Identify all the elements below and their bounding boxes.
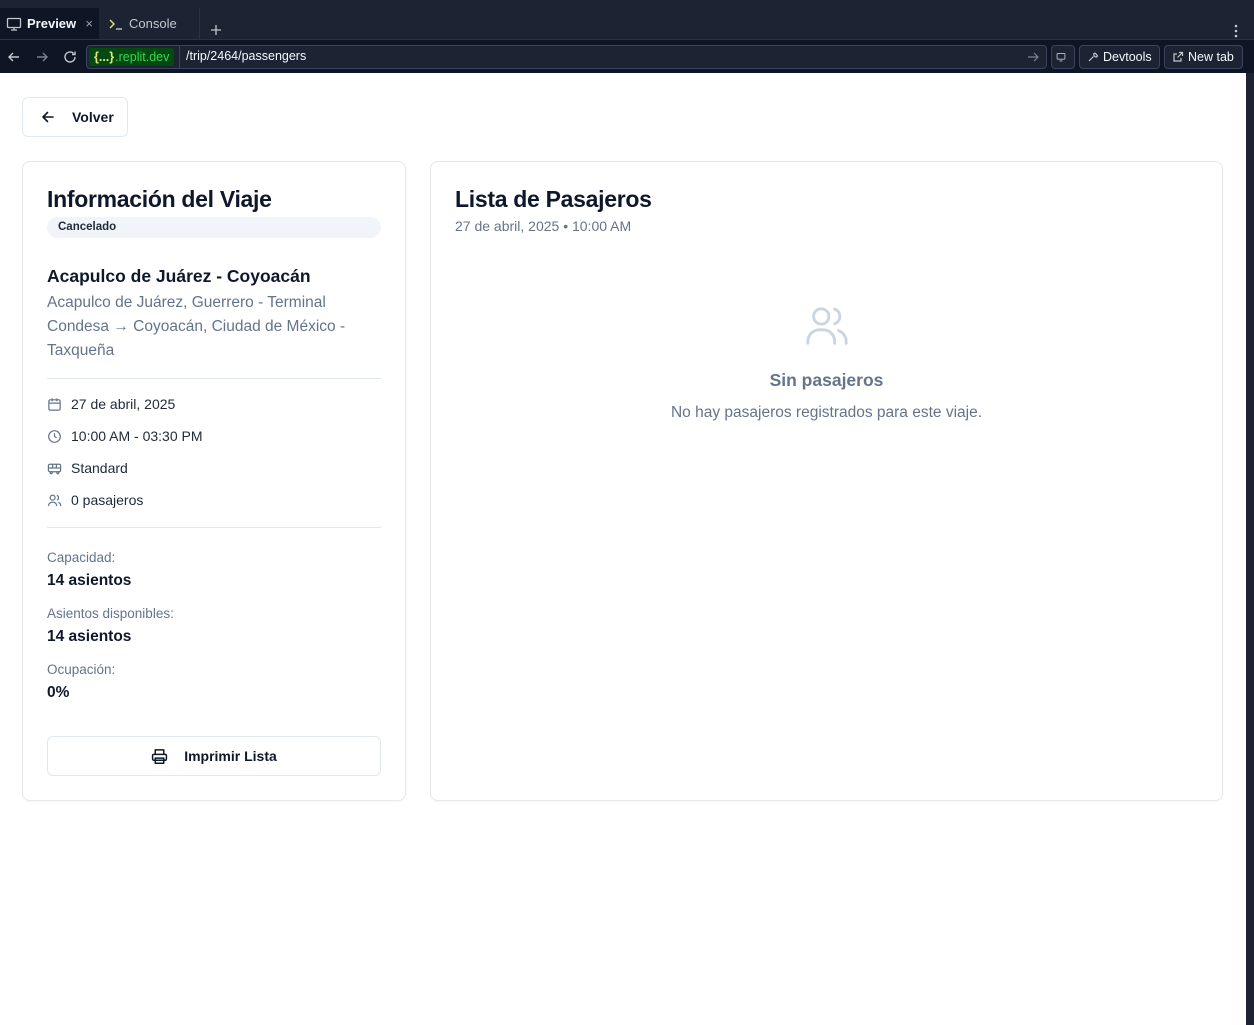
new-tab-button[interactable]: New tab bbox=[1164, 45, 1243, 69]
occupancy-value: 0% bbox=[47, 684, 70, 701]
monitor-icon bbox=[6, 16, 22, 32]
tab-preview-label: Preview bbox=[27, 16, 77, 31]
route-title: Acapulco de Juárez - Coyoacán bbox=[47, 266, 311, 286]
scrollbar[interactable] bbox=[1246, 73, 1254, 1025]
back-arrow-icon[interactable] bbox=[6, 49, 22, 65]
domain-text: .replit.dev bbox=[115, 50, 170, 64]
arrow-left-icon bbox=[42, 111, 54, 123]
calendar-icon bbox=[48, 397, 61, 411]
devtools-label: Devtools bbox=[1103, 50, 1152, 64]
passenger-count: 0 pasajeros bbox=[47, 492, 143, 508]
terminal-icon bbox=[108, 16, 124, 32]
occupancy-label: Ocupación: bbox=[47, 662, 116, 677]
back-button-label: Volver bbox=[72, 109, 114, 125]
screen-icon bbox=[1056, 53, 1066, 62]
divider bbox=[47, 527, 381, 528]
available-seats-value: 14 asientos bbox=[47, 628, 132, 645]
bus-icon bbox=[47, 463, 62, 474]
trip-info-title: Información del Viaje bbox=[47, 186, 272, 212]
more-options-icon[interactable] bbox=[1234, 23, 1238, 39]
print-list-label: Imprimir Lista bbox=[184, 748, 277, 764]
clock-icon bbox=[48, 429, 61, 443]
reload-icon[interactable] bbox=[62, 49, 78, 65]
status-badge: Cancelado bbox=[47, 217, 381, 238]
tab-preview[interactable]: Preview × bbox=[0, 8, 99, 39]
domain-chip: {...} .replit.dev bbox=[89, 48, 175, 66]
window-top-strip bbox=[0, 0, 1254, 8]
device-preview-button[interactable] bbox=[1051, 45, 1075, 69]
replit-browser-chrome: Preview × Console {...} .replit.dev /tri… bbox=[0, 0, 1254, 73]
users-icon bbox=[47, 494, 62, 506]
route-description: Acapulco de Juárez, Guerrero - Terminal … bbox=[47, 294, 346, 359]
tab-console-label: Console bbox=[129, 16, 177, 31]
print-list-button[interactable]: Imprimir Lista bbox=[47, 736, 381, 776]
empty-state-title: Sin pasajeros bbox=[769, 370, 884, 390]
passenger-list-title: Lista de Pasajeros bbox=[455, 186, 652, 212]
wrench-icon bbox=[1088, 52, 1099, 62]
available-seats-label: Asientos disponibles: bbox=[47, 606, 174, 621]
printer-icon bbox=[152, 748, 168, 764]
add-tab-icon[interactable] bbox=[208, 22, 224, 38]
trip-date-text: 27 de abril, 2025 bbox=[71, 396, 176, 412]
tab-console[interactable]: Console bbox=[100, 8, 200, 39]
address-field[interactable]: {...} .replit.dev /trip/2464/passengers bbox=[86, 45, 1047, 69]
bus-type-text: Standard bbox=[71, 460, 128, 476]
url-bar: {...} .replit.dev /trip/2464/passengers … bbox=[0, 39, 1254, 73]
go-arrow-icon[interactable] bbox=[1026, 50, 1040, 64]
url-path[interactable]: /trip/2464/passengers bbox=[186, 49, 306, 63]
passenger-count-text: 0 pasajeros bbox=[71, 492, 144, 508]
capacity-value: 14 asientos bbox=[47, 572, 132, 589]
trip-time: 10:00 AM - 03:30 PM bbox=[47, 428, 203, 444]
trip-info-card: Información del Viaje Cancelado Acapulco… bbox=[22, 161, 406, 801]
passenger-list-subtitle: 27 de abril, 2025 • 10:00 AM bbox=[455, 218, 632, 234]
back-button[interactable]: Volver bbox=[22, 97, 128, 137]
users-empty-icon bbox=[806, 307, 848, 345]
tab-close-icon[interactable]: × bbox=[85, 16, 93, 31]
address-divider bbox=[179, 46, 180, 68]
bus-type: Standard bbox=[47, 460, 128, 476]
passenger-list-card: Lista de Pasajeros 27 de abril, 2025 • 1… bbox=[430, 161, 1223, 801]
trip-time-text: 10:00 AM - 03:30 PM bbox=[71, 428, 203, 444]
domain-braces: {...} bbox=[94, 50, 115, 64]
capacity-label: Capacidad: bbox=[47, 550, 116, 565]
forward-arrow-icon[interactable] bbox=[34, 49, 50, 65]
external-link-icon bbox=[1173, 51, 1184, 62]
devtools-button[interactable]: Devtools bbox=[1079, 45, 1160, 69]
trip-date: 27 de abril, 2025 bbox=[47, 396, 175, 412]
new-tab-label: New tab bbox=[1188, 50, 1234, 64]
tab-bar: Preview × Console bbox=[0, 8, 1254, 39]
empty-state-text: No hay pasajeros registrados para este v… bbox=[670, 404, 983, 421]
divider bbox=[47, 378, 381, 379]
